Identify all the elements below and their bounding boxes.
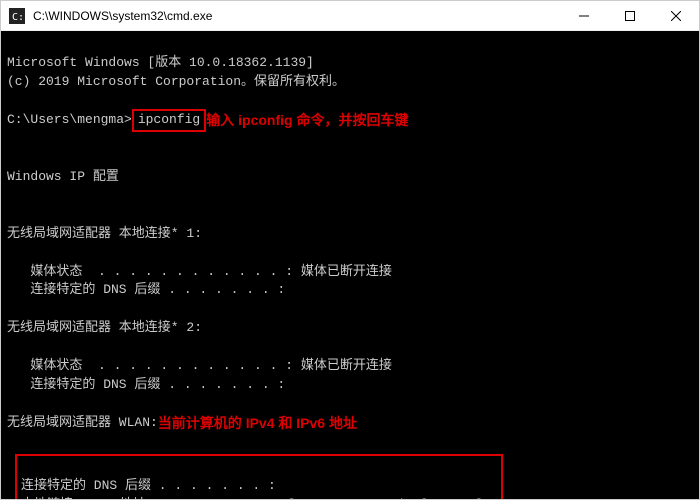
cmd-window: C: C:\WINDOWS\system32\cmd.exe Microsoft… [0,0,700,500]
window-title: C:\WINDOWS\system32\cmd.exe [33,9,561,23]
prompt: C:\Users\mengma> [7,111,132,130]
ipconfig-heading: Windows IP 配置 [7,169,119,184]
version-line: Microsoft Windows [版本 10.0.18362.1139] [7,55,314,70]
wlan-ipv6: 本地链接 IPv6 地址. . . . . . . . : fe80::3caa… [21,497,497,499]
svg-text:C:: C: [12,12,24,23]
command-text: ipconfig [138,112,200,127]
wlan-dns: 连接特定的 DNS 后缀 . . . . . . . : [21,478,276,493]
adapter1-dns: 连接特定的 DNS 后缀 . . . . . . . : [7,282,285,297]
minimize-button[interactable] [561,1,607,31]
adapter1-title: 无线局域网适配器 本地连接* 1: [7,226,202,241]
close-button[interactable] [653,1,699,31]
window-controls [561,1,699,31]
terminal-output[interactable]: Microsoft Windows [版本 10.0.18362.1139] (… [1,31,699,499]
command-highlight-box: ipconfig [132,109,206,132]
cmd-icon: C: [9,8,25,24]
maximize-button[interactable] [607,1,653,31]
ip-info-highlight-box: 连接特定的 DNS 后缀 . . . . . . . : 本地链接 IPv6 地… [15,454,503,499]
adapter2-title: 无线局域网适配器 本地连接* 2: [7,320,202,335]
annotation-ipv4-ipv6: 当前计算机的 IPv4 和 IPv6 地址 [158,413,357,433]
copyright-line: (c) 2019 Microsoft Corporation。保留所有权利。 [7,74,345,89]
adapter3-title: 无线局域网适配器 WLAN: [7,414,158,433]
adapter1-media: 媒体状态 . . . . . . . . . . . . : 媒体已断开连接 [7,264,392,279]
titlebar: C: C:\WINDOWS\system32\cmd.exe [1,1,699,31]
adapter2-media: 媒体状态 . . . . . . . . . . . . : 媒体已断开连接 [7,358,392,373]
annotation-command: 输入 ipconfig 命令，并按回车键 [206,110,408,130]
adapter2-dns: 连接特定的 DNS 后缀 . . . . . . . : [7,377,285,392]
